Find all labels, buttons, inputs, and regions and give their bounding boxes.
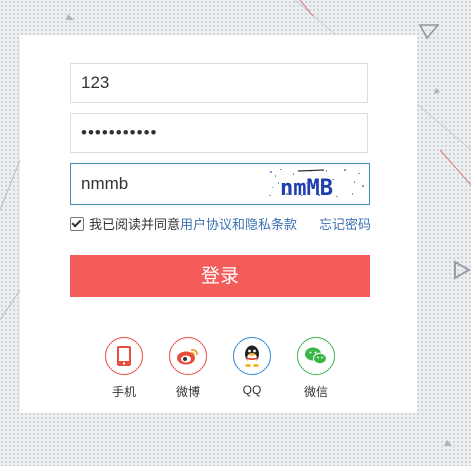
phone-icon[interactable] xyxy=(105,337,143,375)
weibo-icon[interactable] xyxy=(169,337,207,375)
wechat-icon[interactable] xyxy=(297,337,335,375)
qq-login[interactable]: QQ xyxy=(231,337,273,397)
weibo-login[interactable]: 微博 xyxy=(167,337,209,400)
qq-login-label: QQ xyxy=(242,383,262,397)
captcha-image[interactable]: nmMB xyxy=(266,165,367,203)
wechat-login[interactable]: 微信 xyxy=(295,337,337,400)
qq-icon[interactable] xyxy=(233,337,271,375)
agreement-row: 我已阅读并同意 用户协议和隐私条款 xyxy=(70,214,297,233)
wechat-login-label: 微信 xyxy=(303,385,328,399)
login-card: nmMB 我已阅读并同意 用户协议和隐私条款 忘记密码 登录 手机 xyxy=(20,35,417,413)
weibo-login-label: 微博 xyxy=(175,385,200,399)
password-input[interactable] xyxy=(70,113,368,153)
agreement-prefix: 我已阅读并同意 xyxy=(89,217,181,232)
user-agreement-link[interactable]: 用户协议和隐私条款 xyxy=(180,214,297,233)
captcha-text: nmMB xyxy=(280,176,333,201)
phone-login[interactable]: 手机 xyxy=(103,337,145,400)
login-button[interactable]: 登录 xyxy=(70,255,370,297)
phone-login-label: 手机 xyxy=(111,385,136,399)
agreement-checkbox[interactable] xyxy=(70,216,84,231)
username-input[interactable] xyxy=(70,63,368,103)
forgot-password-link[interactable]: 忘记密码 xyxy=(319,214,371,233)
